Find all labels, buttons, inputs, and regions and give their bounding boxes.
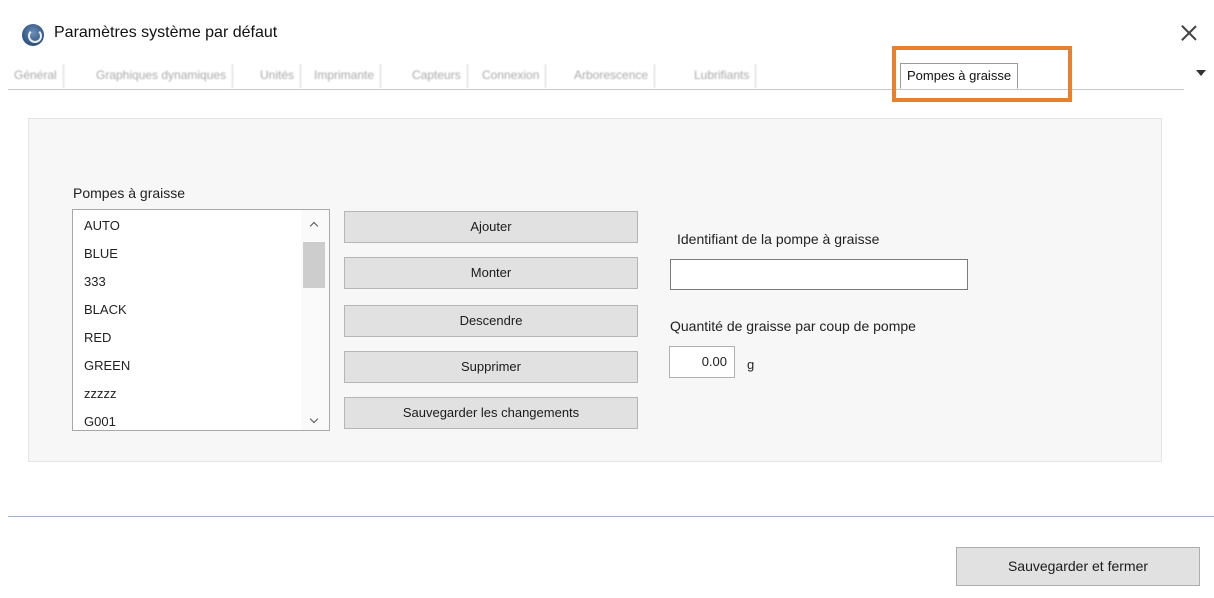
pump-id-label: Identifiant de la pompe à graisse (677, 231, 880, 247)
tab-general[interactable]: Général (8, 64, 64, 88)
footer-separator (8, 516, 1214, 517)
quantity-unit: g (747, 357, 755, 372)
list-scrollbar[interactable] (301, 210, 329, 430)
tab-overflow-dropdown-icon[interactable] (1196, 70, 1206, 76)
delete-button[interactable]: Supprimer (344, 351, 638, 383)
save-changes-button[interactable]: Sauvegarder les changements (344, 397, 638, 429)
list-item[interactable]: zzzzz (84, 386, 117, 401)
scroll-thumb[interactable] (303, 242, 325, 288)
tab-unites[interactable]: Unités (254, 64, 302, 88)
title-bar: Paramètres système par défaut (0, 0, 1214, 60)
move-down-button[interactable]: Descendre (344, 305, 638, 337)
list-item[interactable]: GREEN (84, 358, 130, 373)
gauge-app-icon (22, 24, 44, 46)
quantity-input[interactable]: 0.00 (669, 346, 735, 378)
tab-connexion[interactable]: Connexion (476, 64, 547, 88)
pump-id-input[interactable] (670, 259, 968, 290)
tab-pompes-a-graisse[interactable]: Pompes à graisse (900, 63, 1019, 89)
list-item[interactable]: RED (84, 330, 111, 345)
list-item[interactable]: 333 (84, 274, 106, 289)
chevron-up-icon[interactable] (309, 220, 319, 230)
tab-capteurs[interactable]: Capteurs (406, 64, 468, 88)
pumps-list-label: Pompes à graisse (73, 185, 186, 201)
list-item[interactable]: AUTO (84, 218, 120, 233)
quantity-label: Quantité de graisse par coup de pompe (670, 318, 916, 334)
chevron-down-icon[interactable] (309, 416, 319, 426)
tab-graphiques-dynamiques[interactable]: Graphiques dynamiques (90, 64, 234, 88)
pumps-listbox[interactable]: AUTO BLUE 333 BLACK RED GREEN zzzzz G001 (72, 209, 330, 431)
save-and-close-button[interactable]: Sauvegarder et fermer (956, 547, 1200, 586)
list-item[interactable]: G001 (84, 414, 116, 429)
tab-arborescence[interactable]: Arborescence (568, 64, 656, 88)
list-item[interactable]: BLACK (84, 302, 127, 317)
list-item[interactable]: BLUE (84, 246, 118, 261)
tab-strip: Général Graphiques dynamiques Unités Imp… (8, 62, 1184, 90)
add-button[interactable]: Ajouter (344, 211, 638, 243)
tab-lubrifiants[interactable]: Lubrifiants (688, 64, 757, 88)
close-icon[interactable] (1176, 20, 1202, 46)
window-title: Paramètres système par défaut (54, 24, 278, 41)
tab-imprimante[interactable]: Imprimante (308, 64, 382, 88)
move-up-button[interactable]: Monter (344, 257, 638, 289)
